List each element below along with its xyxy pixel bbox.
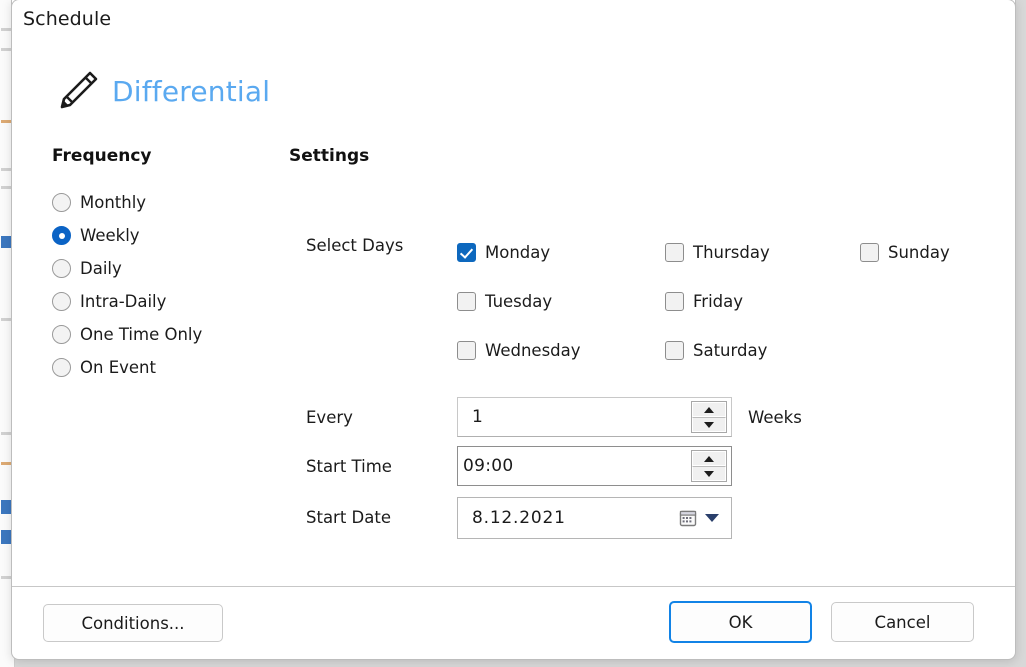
radio-icon-on-event[interactable] [52, 358, 71, 377]
select-days-label: Select Days [306, 236, 404, 255]
checkbox-row-thursday[interactable]: Thursday [665, 228, 860, 277]
every-spinner[interactable] [691, 401, 727, 433]
checkbox-row-monday[interactable]: Monday [457, 228, 665, 277]
checkbox-label-wednesday: Wednesday [485, 341, 581, 360]
checkbox-icon-sunday[interactable] [860, 243, 879, 262]
every-spinner-down-button[interactable] [692, 417, 726, 432]
every-spinner-up-button[interactable] [692, 402, 726, 417]
radio-label-one-time-only: One Time Only [80, 325, 203, 344]
task-name: Differential [112, 74, 271, 108]
chevron-up-icon [704, 406, 714, 413]
every-spinner-field[interactable]: 1 [457, 397, 732, 437]
radio-option-one-time-only[interactable]: One Time Only [52, 318, 202, 351]
checkbox-row-wednesday[interactable]: Wednesday [457, 326, 665, 375]
start-time-field[interactable]: 09:00 [457, 446, 732, 486]
radio-icon-weekly[interactable] [52, 226, 71, 245]
radio-icon-intra-daily[interactable] [52, 292, 71, 311]
pencil-icon [52, 67, 100, 115]
start-time-spinner[interactable] [691, 450, 727, 482]
checkbox-icon-saturday[interactable] [665, 341, 684, 360]
calendar-icon[interactable] [677, 508, 699, 529]
ok-button[interactable]: OK [669, 601, 812, 643]
radio-label-intra-daily: Intra-Daily [80, 292, 167, 311]
radio-option-on-event[interactable]: On Event [52, 351, 202, 384]
checkbox-icon-wednesday[interactable] [457, 341, 476, 360]
start-date-controls[interactable] [677, 498, 731, 538]
every-input[interactable]: 1 [458, 398, 691, 436]
select-days-group: Monday Thursday Sunday Tuesday Friday We… [457, 228, 950, 375]
days-grid-spacer [860, 277, 950, 326]
radio-label-daily: Daily [80, 259, 122, 278]
settings-section-title: Settings [289, 146, 370, 166]
checkbox-row-tuesday[interactable]: Tuesday [457, 277, 665, 326]
checkbox-icon-friday[interactable] [665, 292, 684, 311]
radio-label-monthly: Monthly [80, 193, 147, 212]
checkbox-icon-monday[interactable] [457, 243, 476, 262]
conditions-button[interactable]: Conditions... [43, 604, 223, 642]
radio-option-intra-daily[interactable]: Intra-Daily [52, 285, 202, 318]
start-time-spinner-up-button[interactable] [692, 451, 726, 466]
frequency-section-title: Frequency [52, 146, 152, 166]
checkbox-row-friday[interactable]: Friday [665, 277, 860, 326]
chevron-down-icon[interactable] [705, 514, 719, 522]
chevron-down-icon [704, 421, 714, 428]
checkbox-icon-tuesday[interactable] [457, 292, 476, 311]
start-time-input[interactable]: 09:00 [458, 447, 691, 485]
radio-option-monthly[interactable]: Monthly [52, 186, 202, 219]
radio-label-weekly: Weekly [80, 226, 140, 245]
checkbox-label-sunday: Sunday [888, 243, 950, 262]
radio-icon-monthly[interactable] [52, 193, 71, 212]
dialog-footer: Conditions... OK Cancel [12, 587, 1015, 659]
checkbox-label-monday: Monday [485, 243, 551, 262]
cancel-button[interactable]: Cancel [831, 602, 974, 642]
radio-label-on-event: On Event [80, 358, 156, 377]
every-label: Every [306, 408, 353, 427]
radio-option-daily[interactable]: Daily [52, 252, 202, 285]
start-date-label: Start Date [306, 508, 391, 527]
chevron-up-icon [704, 455, 714, 462]
checkbox-label-saturday: Saturday [693, 341, 768, 360]
every-unit-label: Weeks [748, 408, 802, 427]
checkbox-label-tuesday: Tuesday [485, 292, 553, 311]
radio-icon-one-time-only[interactable] [52, 325, 71, 344]
days-grid-spacer-2 [860, 326, 950, 375]
radio-icon-daily[interactable] [52, 259, 71, 278]
start-date-field[interactable]: 8.12.2021 [457, 497, 732, 539]
dialog-titlebar: Schedule [12, 0, 1015, 42]
dialog-body: Differential Frequency Settings Monthly … [12, 42, 1015, 586]
schedule-dialog: Schedule Differential Frequency Settings [11, 0, 1016, 660]
frequency-radio-group: Monthly Weekly Daily Intra-Daily One Tim… [52, 186, 202, 384]
start-time-label: Start Time [306, 457, 392, 476]
dialog-title: Schedule [23, 8, 112, 30]
checkbox-icon-thursday[interactable] [665, 243, 684, 262]
start-date-input[interactable]: 8.12.2021 [458, 498, 677, 538]
task-header: Differential [52, 67, 270, 115]
checkbox-row-saturday[interactable]: Saturday [665, 326, 860, 375]
checkbox-label-thursday: Thursday [693, 243, 770, 262]
start-time-spinner-down-button[interactable] [692, 466, 726, 481]
radio-option-weekly[interactable]: Weekly [52, 219, 202, 252]
checkbox-label-friday: Friday [693, 292, 744, 311]
chevron-down-icon [704, 470, 714, 477]
checkbox-row-sunday[interactable]: Sunday [860, 228, 950, 277]
